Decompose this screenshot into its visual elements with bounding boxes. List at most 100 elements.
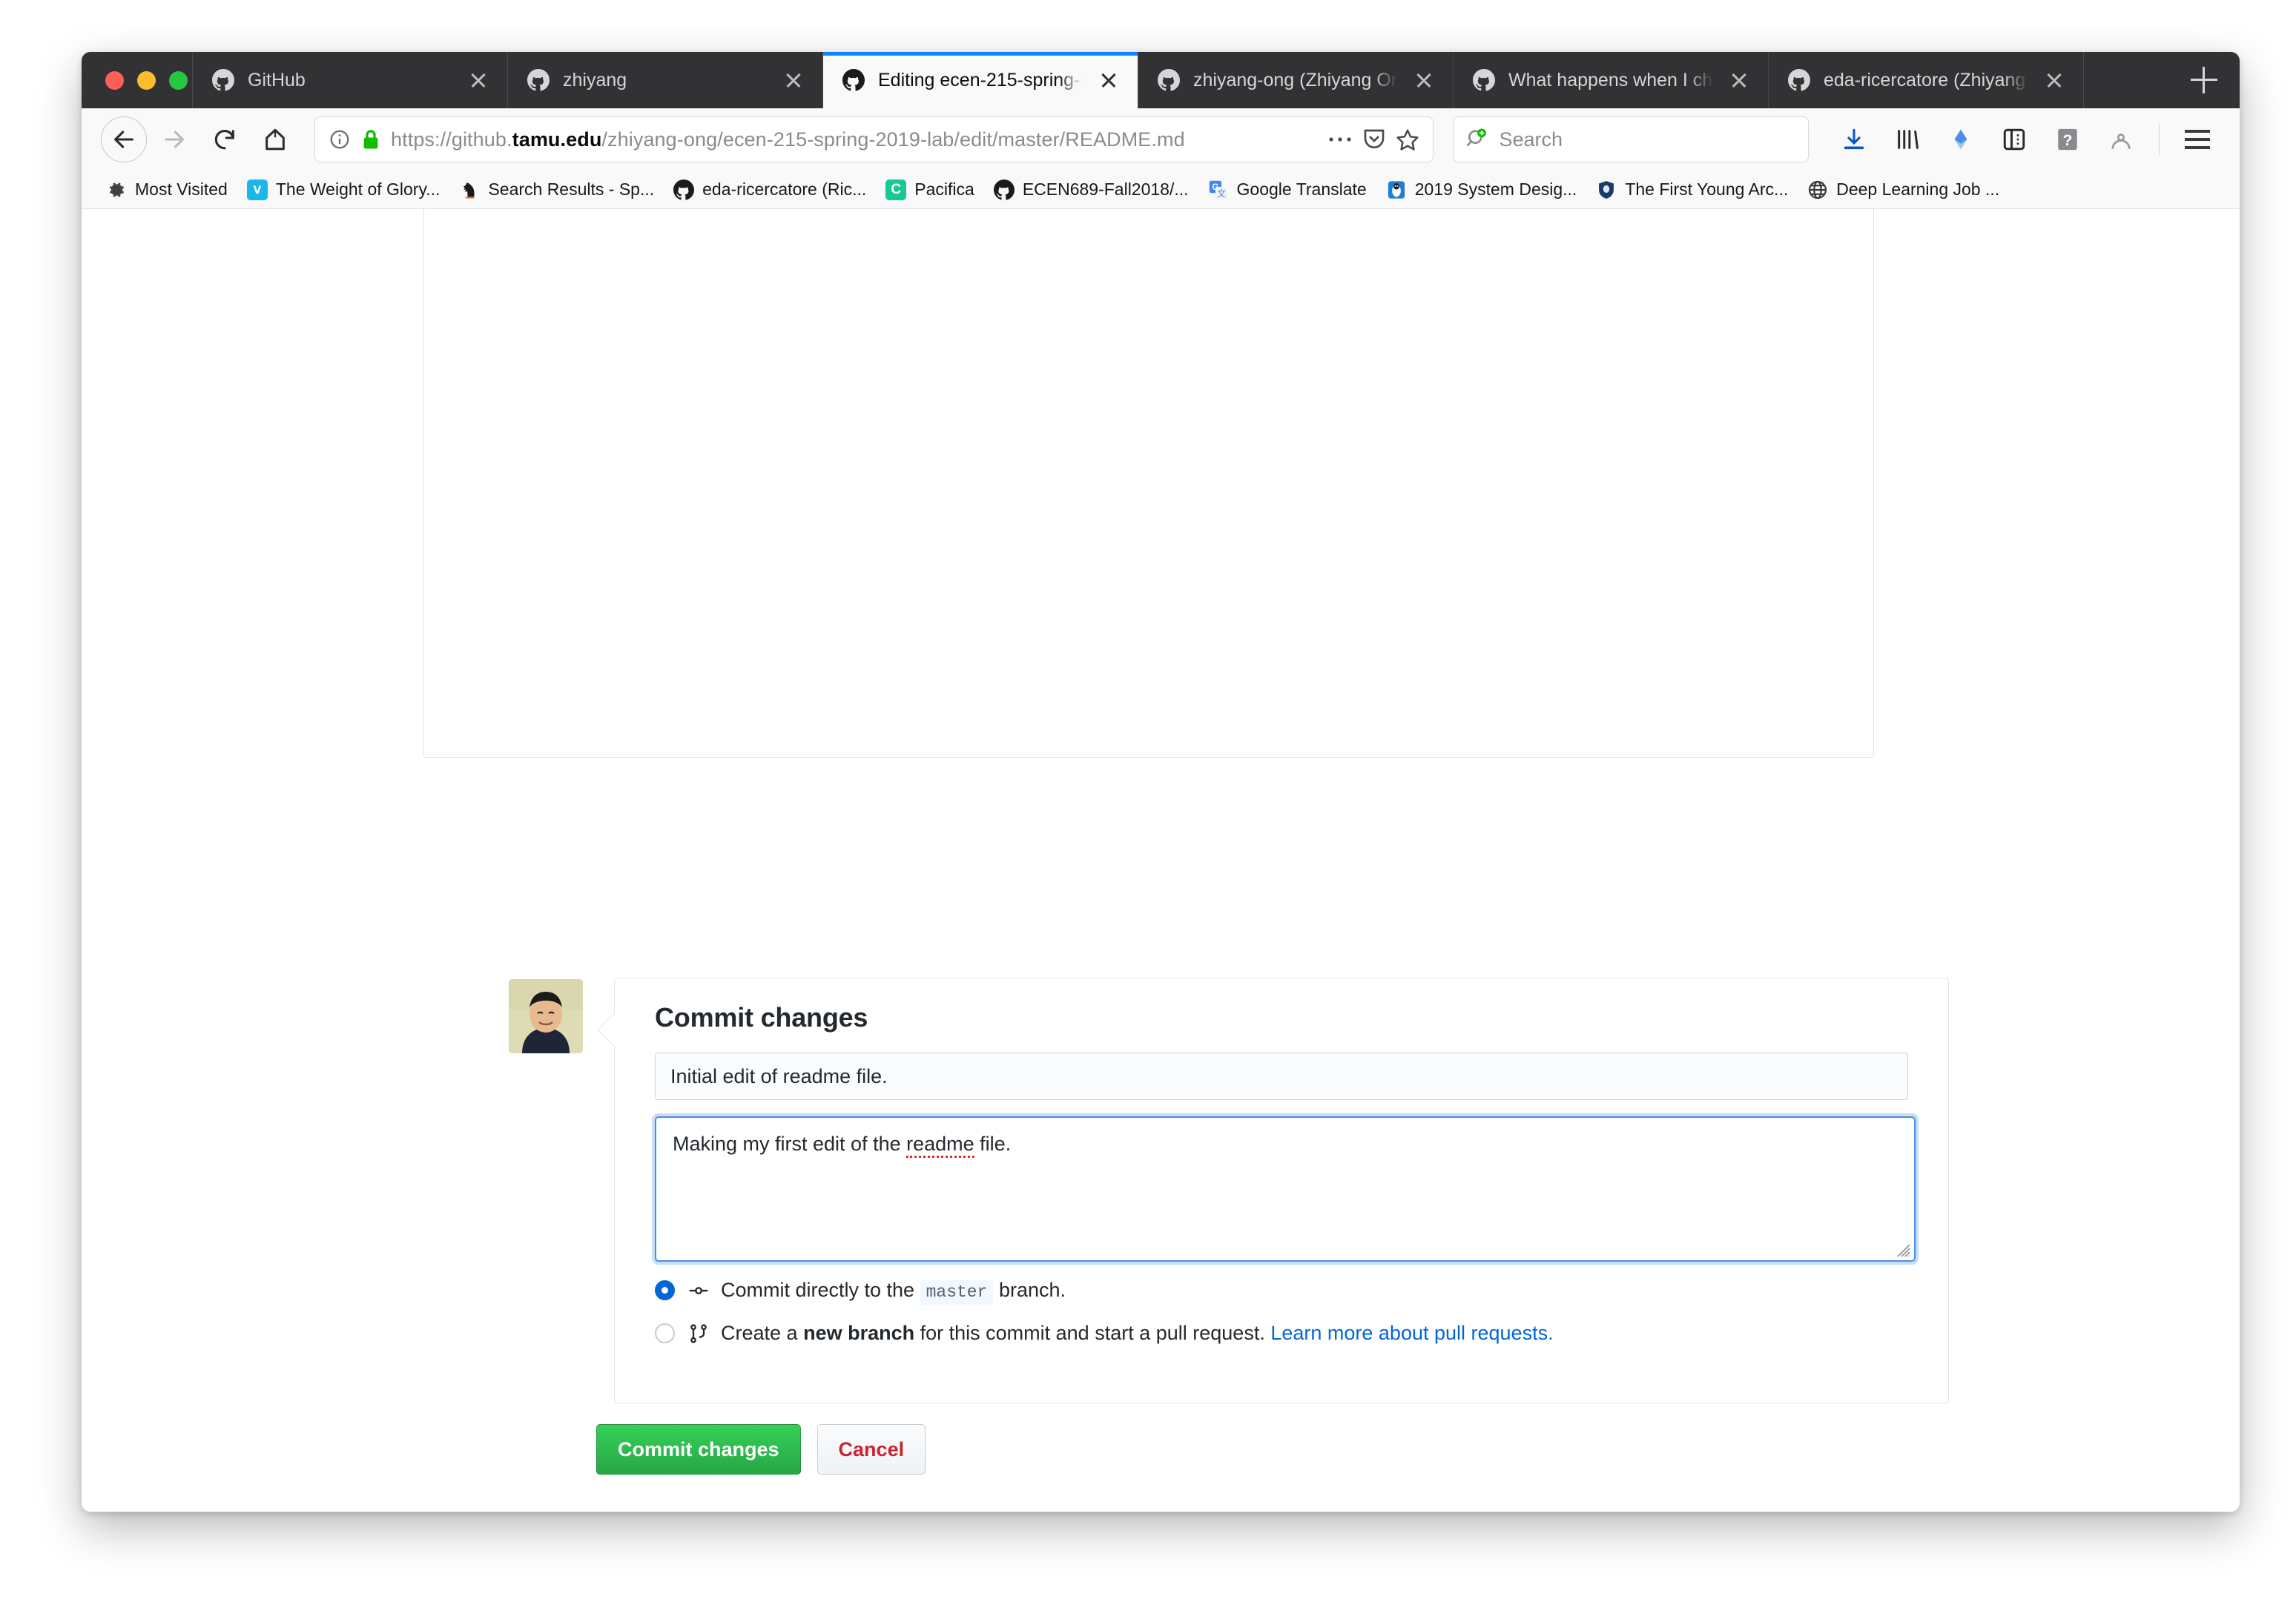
commit-direct-text-after: branch. [998,1279,1066,1301]
commit-changes-card: Commit changes Initial edit of readme fi… [614,978,1949,1403]
browser-tab-1[interactable]: GitHub [193,52,508,108]
bookmark-weight-of-glory[interactable]: v The Weight of Glory... [239,176,449,204]
search-bar[interactable]: Search [1452,116,1809,162]
ellipsis-icon[interactable] [1327,135,1353,144]
new-branch-label: Create a new branch for this commit and … [721,1322,1554,1345]
padlock-icon[interactable] [361,128,380,151]
bookmarks-bar: Most Visited v The Weight of Glory... Se… [82,171,2240,209]
learn-more-pull-requests-link[interactable]: Learn more about pull requests. [1270,1322,1553,1344]
bookmark-google-translate[interactable]: G文 Google Translate [1200,176,1375,204]
close-icon[interactable] [2042,68,2067,93]
page-viewport: Commit changes Initial edit of readme fi… [82,209,2240,1512]
account-icon[interactable] [2098,116,2144,162]
bookmark-search-results[interactable]: Search Results - Sp... [451,176,662,204]
bookmark-label: Search Results - Sp... [488,180,655,199]
tab-title: zhiyang [563,69,627,90]
forward-arrow-icon[interactable] [151,116,197,162]
browser-tab-2[interactable]: zhiyang [508,52,823,108]
github-icon [1473,69,1495,91]
bookmark-label: Pacifica [914,180,974,199]
file-editor-area[interactable] [423,209,1874,758]
browser-tab-4[interactable]: zhiyang-ong (Zhiyang Ong) [1138,52,1454,108]
sidebar-icon[interactable] [1991,116,2037,162]
commit-direct-label: Commit directly to the master branch. [721,1279,1066,1305]
google-translate-icon: G文 [1208,180,1229,200]
downloads-icon[interactable] [1831,116,1877,162]
commit-changes-button[interactable]: Commit changes [596,1424,801,1475]
github-icon [527,69,550,91]
new-tab-button[interactable] [2168,52,2240,108]
radio-new-branch[interactable] [655,1323,675,1343]
tab-list: GitHub zhiyang Editing ecen-215-spring-2… [193,52,2168,108]
commit-summary-input[interactable]: Initial edit of readme file. [655,1053,1908,1100]
radio-commit-direct[interactable] [655,1280,675,1300]
bookmark-most-visited[interactable]: Most Visited [98,176,236,204]
new-branch-text-after: for this commit and start a pull request… [920,1322,1265,1344]
git-pull-request-icon [688,1323,709,1344]
browser-tab-5[interactable]: What happens when I change [1454,52,1769,108]
github-icon [842,69,865,91]
bookmark-label: The Weight of Glory... [275,180,441,199]
commit-option-new-branch-row[interactable]: Create a new branch for this commit and … [655,1322,1554,1345]
window-close-button[interactable] [105,70,124,90]
close-icon[interactable] [1411,68,1436,93]
form-actions: Commit changes Cancel [596,1424,926,1475]
commit-summary-value: Initial edit of readme file. [670,1064,888,1087]
browser-tab-3-active[interactable]: Editing ecen-215-spring-201 [823,52,1138,108]
textarea-resize-handle[interactable] [1890,1237,1910,1257]
bookmark-label: Google Translate [1236,180,1367,199]
github-icon [993,179,1015,200]
close-icon[interactable] [1096,68,1121,93]
bookmark-deep-learning-job[interactable]: Deep Learning Job ... [1799,176,2008,204]
commit-description-prefix: Making my first edit of the [673,1133,907,1155]
commit-description-textarea[interactable]: Making my first edit of the readme file. [655,1116,1916,1262]
window-minimize-button[interactable] [137,70,156,90]
library-icon[interactable] [1884,116,1930,162]
bookmark-first-young-arc[interactable]: The First Young Arc... [1588,176,1796,204]
misspelled-word: readme [906,1133,974,1158]
pocket-icon[interactable] [1363,128,1385,151]
commit-changes-heading: Commit changes [655,1002,868,1033]
bookmark-ecen689[interactable]: ECEN689-Fall2018/... [986,176,1197,204]
window-maximize-button[interactable] [169,70,188,90]
browser-tab-6[interactable]: eda-ricercatore (Zhiyang On [1769,52,2084,108]
commit-direct-text-before: Commit directly to the [721,1279,915,1301]
page-info-icon[interactable] [329,128,351,151]
vimeo-icon: v [246,179,268,200]
commit-description-suffix: file. [974,1133,1012,1155]
navigation-toolbar: https://github.tamu.edu/zhiyang-ong/ecen… [82,108,2240,171]
bookmark-eda-ricercatore[interactable]: eda-ricercatore (Ric... [665,176,874,204]
github-icon [673,179,695,200]
user-avatar [509,979,583,1053]
commit-option-direct-row[interactable]: Commit directly to the master branch. [655,1279,1066,1305]
bookmark-label: Deep Learning Job ... [1836,180,2000,199]
pacifica-icon: C [885,179,907,200]
close-icon[interactable] [781,68,806,93]
star-icon[interactable] [1396,128,1419,151]
browser-window: GitHub zhiyang Editing ecen-215-spring-2… [82,52,2240,1512]
bookmark-2019-system-design[interactable]: 2019 System Desig... [1378,176,1586,204]
gear-icon [106,180,127,200]
tab-title: Editing ecen-215-spring-201 [878,69,1083,90]
new-branch-text-before: Create a [721,1322,798,1344]
page-content: Commit changes Initial edit of readme fi… [82,209,2240,1512]
sync-icon[interactable] [1938,116,1984,162]
cancel-button[interactable]: Cancel [817,1424,926,1475]
new-branch-bold: new branch [803,1322,915,1344]
url-text: https://github.tamu.edu/zhiyang-ong/ecen… [391,128,1185,151]
tab-title: GitHub [248,69,306,90]
github-icon [1158,69,1180,91]
close-icon[interactable] [1726,68,1752,93]
back-arrow-icon[interactable] [101,116,147,162]
bookmark-pacifica[interactable]: C Pacifica [877,176,983,204]
help-icon[interactable]: ? [2045,116,2091,162]
close-icon[interactable] [466,68,491,93]
search-placeholder: Search [1499,128,1563,151]
menu-line [2185,146,2210,149]
search-engine-icon[interactable] [1465,128,1489,151]
reload-icon[interactable] [202,116,248,162]
url-bar[interactable]: https://github.tamu.edu/zhiyang-ong/ecen… [314,116,1434,162]
menu-icon[interactable] [2174,116,2220,162]
bookmark-label: Most Visited [135,180,228,199]
home-icon[interactable] [252,116,298,162]
